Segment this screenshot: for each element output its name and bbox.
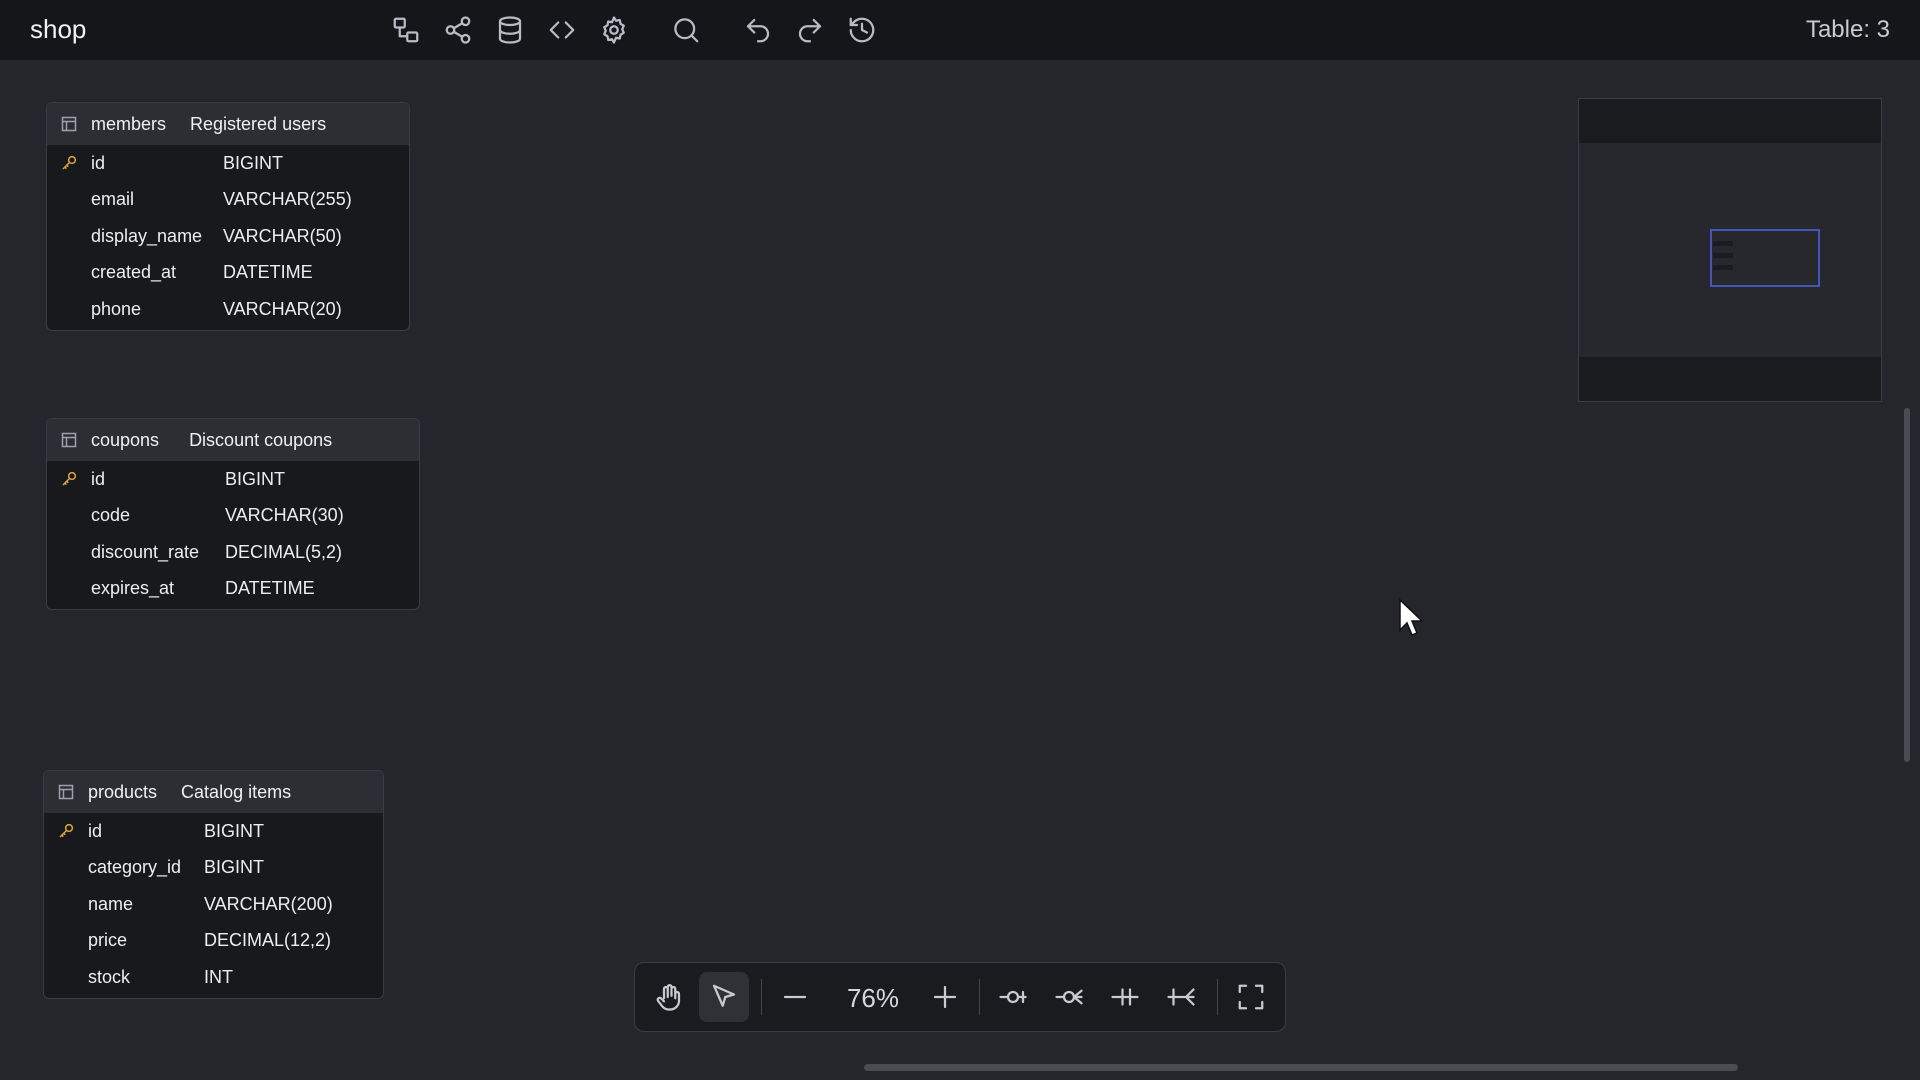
pointer-icon[interactable] <box>699 972 749 1022</box>
share-icon[interactable] <box>440 12 476 48</box>
column-row[interactable]: phone VARCHAR(20) <box>47 291 409 328</box>
column-type: BIGINT <box>204 857 265 878</box>
vertical-scrollbar[interactable] <box>1904 408 1910 762</box>
minimap[interactable] <box>1578 98 1882 402</box>
zoom-in-icon[interactable] <box>925 977 965 1017</box>
database-icon[interactable] <box>492 12 528 48</box>
column-type: DECIMAL(5,2) <box>225 541 343 562</box>
table-count: Table: 3 <box>1805 16 1890 43</box>
column-row[interactable]: name VARCHAR(200) <box>44 886 383 923</box>
table-name: products <box>88 781 158 802</box>
toolbar-divider <box>1217 979 1218 1015</box>
column-row[interactable]: discount_rate DECIMAL(5,2) <box>47 534 419 571</box>
top-toolbar: shop Table: 3 <box>0 0 1920 60</box>
relation-one-one-icon[interactable] <box>1105 977 1145 1017</box>
table-header[interactable]: coupons Discount coupons <box>47 419 419 461</box>
table-name: coupons <box>91 429 160 450</box>
column-name: id <box>88 820 103 841</box>
zoom-out-icon[interactable] <box>775 977 815 1017</box>
toolbar-divider <box>979 979 980 1015</box>
column-type: BIGINT <box>204 820 265 841</box>
table-comment: Registered users <box>190 113 327 134</box>
column-type: BIGINT <box>223 152 284 173</box>
column-name: created_at <box>91 262 177 283</box>
zoom-level: 76% <box>846 983 900 1013</box>
table-members[interactable]: members Registered users id BIGINT email… <box>46 102 410 331</box>
redo-icon[interactable] <box>792 12 828 48</box>
column-name: stock <box>88 966 131 987</box>
hand-icon[interactable] <box>649 977 689 1017</box>
column-row[interactable]: created_at DATETIME <box>47 255 409 292</box>
column-type: VARCHAR(200) <box>204 893 333 914</box>
primary-key-icon <box>44 822 88 840</box>
column-type: INT <box>204 966 233 987</box>
column-type: VARCHAR(255) <box>223 189 352 210</box>
column-row[interactable]: category_id BIGINT <box>44 850 383 887</box>
table-comment: Discount coupons <box>189 429 333 450</box>
column-name: price <box>88 930 128 951</box>
table-icon <box>61 432 77 448</box>
canvas-toolbar: 76% <box>634 962 1286 1032</box>
column-name: category_id <box>88 857 182 878</box>
relation-many-icon[interactable] <box>1049 977 1089 1017</box>
table-coupons[interactable]: coupons Discount coupons id BIGINT code … <box>46 418 420 610</box>
diagram-icon[interactable] <box>388 12 424 48</box>
column-row[interactable]: id BIGINT <box>47 461 419 498</box>
primary-key-icon <box>47 154 91 172</box>
column-row[interactable]: price DECIMAL(12,2) <box>44 923 383 960</box>
column-type: DATETIME <box>225 578 315 599</box>
column-name: phone <box>91 298 142 319</box>
column-type: VARCHAR(20) <box>223 298 342 319</box>
column-name: expires_at <box>91 578 175 599</box>
column-name: id <box>91 152 106 173</box>
column-row[interactable]: id BIGINT <box>44 813 383 850</box>
relation-one-many-icon[interactable] <box>1161 977 1201 1017</box>
table-header[interactable]: members Registered users <box>47 103 409 145</box>
column-name: display_name <box>91 225 203 246</box>
column-row[interactable]: display_name VARCHAR(50) <box>47 218 409 255</box>
horizontal-scrollbar[interactable] <box>864 1064 1738 1071</box>
column-row[interactable]: id BIGINT <box>47 145 409 182</box>
column-name: code <box>91 505 131 526</box>
column-row[interactable]: expires_at DATETIME <box>47 571 419 608</box>
table-icon <box>61 116 77 132</box>
column-type: DECIMAL(12,2) <box>204 930 332 951</box>
column-row[interactable]: code VARCHAR(30) <box>47 498 419 535</box>
fullscreen-icon[interactable] <box>1231 977 1271 1017</box>
search-icon[interactable] <box>668 12 704 48</box>
history-icon[interactable] <box>844 12 880 48</box>
column-row[interactable]: stock INT <box>44 959 383 996</box>
column-row[interactable]: email VARCHAR(255) <box>47 182 409 219</box>
primary-key-icon <box>47 470 91 488</box>
column-type: VARCHAR(30) <box>225 505 344 526</box>
mouse-cursor-icon <box>1398 598 1426 638</box>
column-type: BIGINT <box>225 468 286 489</box>
code-icon[interactable] <box>544 12 580 48</box>
gear-icon[interactable] <box>596 12 632 48</box>
column-name: discount_rate <box>91 541 200 562</box>
column-type: DATETIME <box>223 262 313 283</box>
app-title: shop <box>30 14 87 44</box>
undo-icon[interactable] <box>740 12 776 48</box>
column-name: id <box>91 468 106 489</box>
table-icon <box>58 784 74 800</box>
table-comment: Catalog items <box>181 781 292 802</box>
relation-one-icon[interactable] <box>993 977 1033 1017</box>
column-name: name <box>88 893 134 914</box>
minimap-viewport[interactable] <box>1710 229 1820 287</box>
toolbar-divider <box>761 979 762 1015</box>
column-name: email <box>91 189 135 210</box>
table-header[interactable]: products Catalog items <box>44 771 383 813</box>
table-products[interactable]: products Catalog items id BIGINT categor… <box>43 770 384 999</box>
column-type: VARCHAR(50) <box>223 225 342 246</box>
table-name: members <box>91 113 167 134</box>
